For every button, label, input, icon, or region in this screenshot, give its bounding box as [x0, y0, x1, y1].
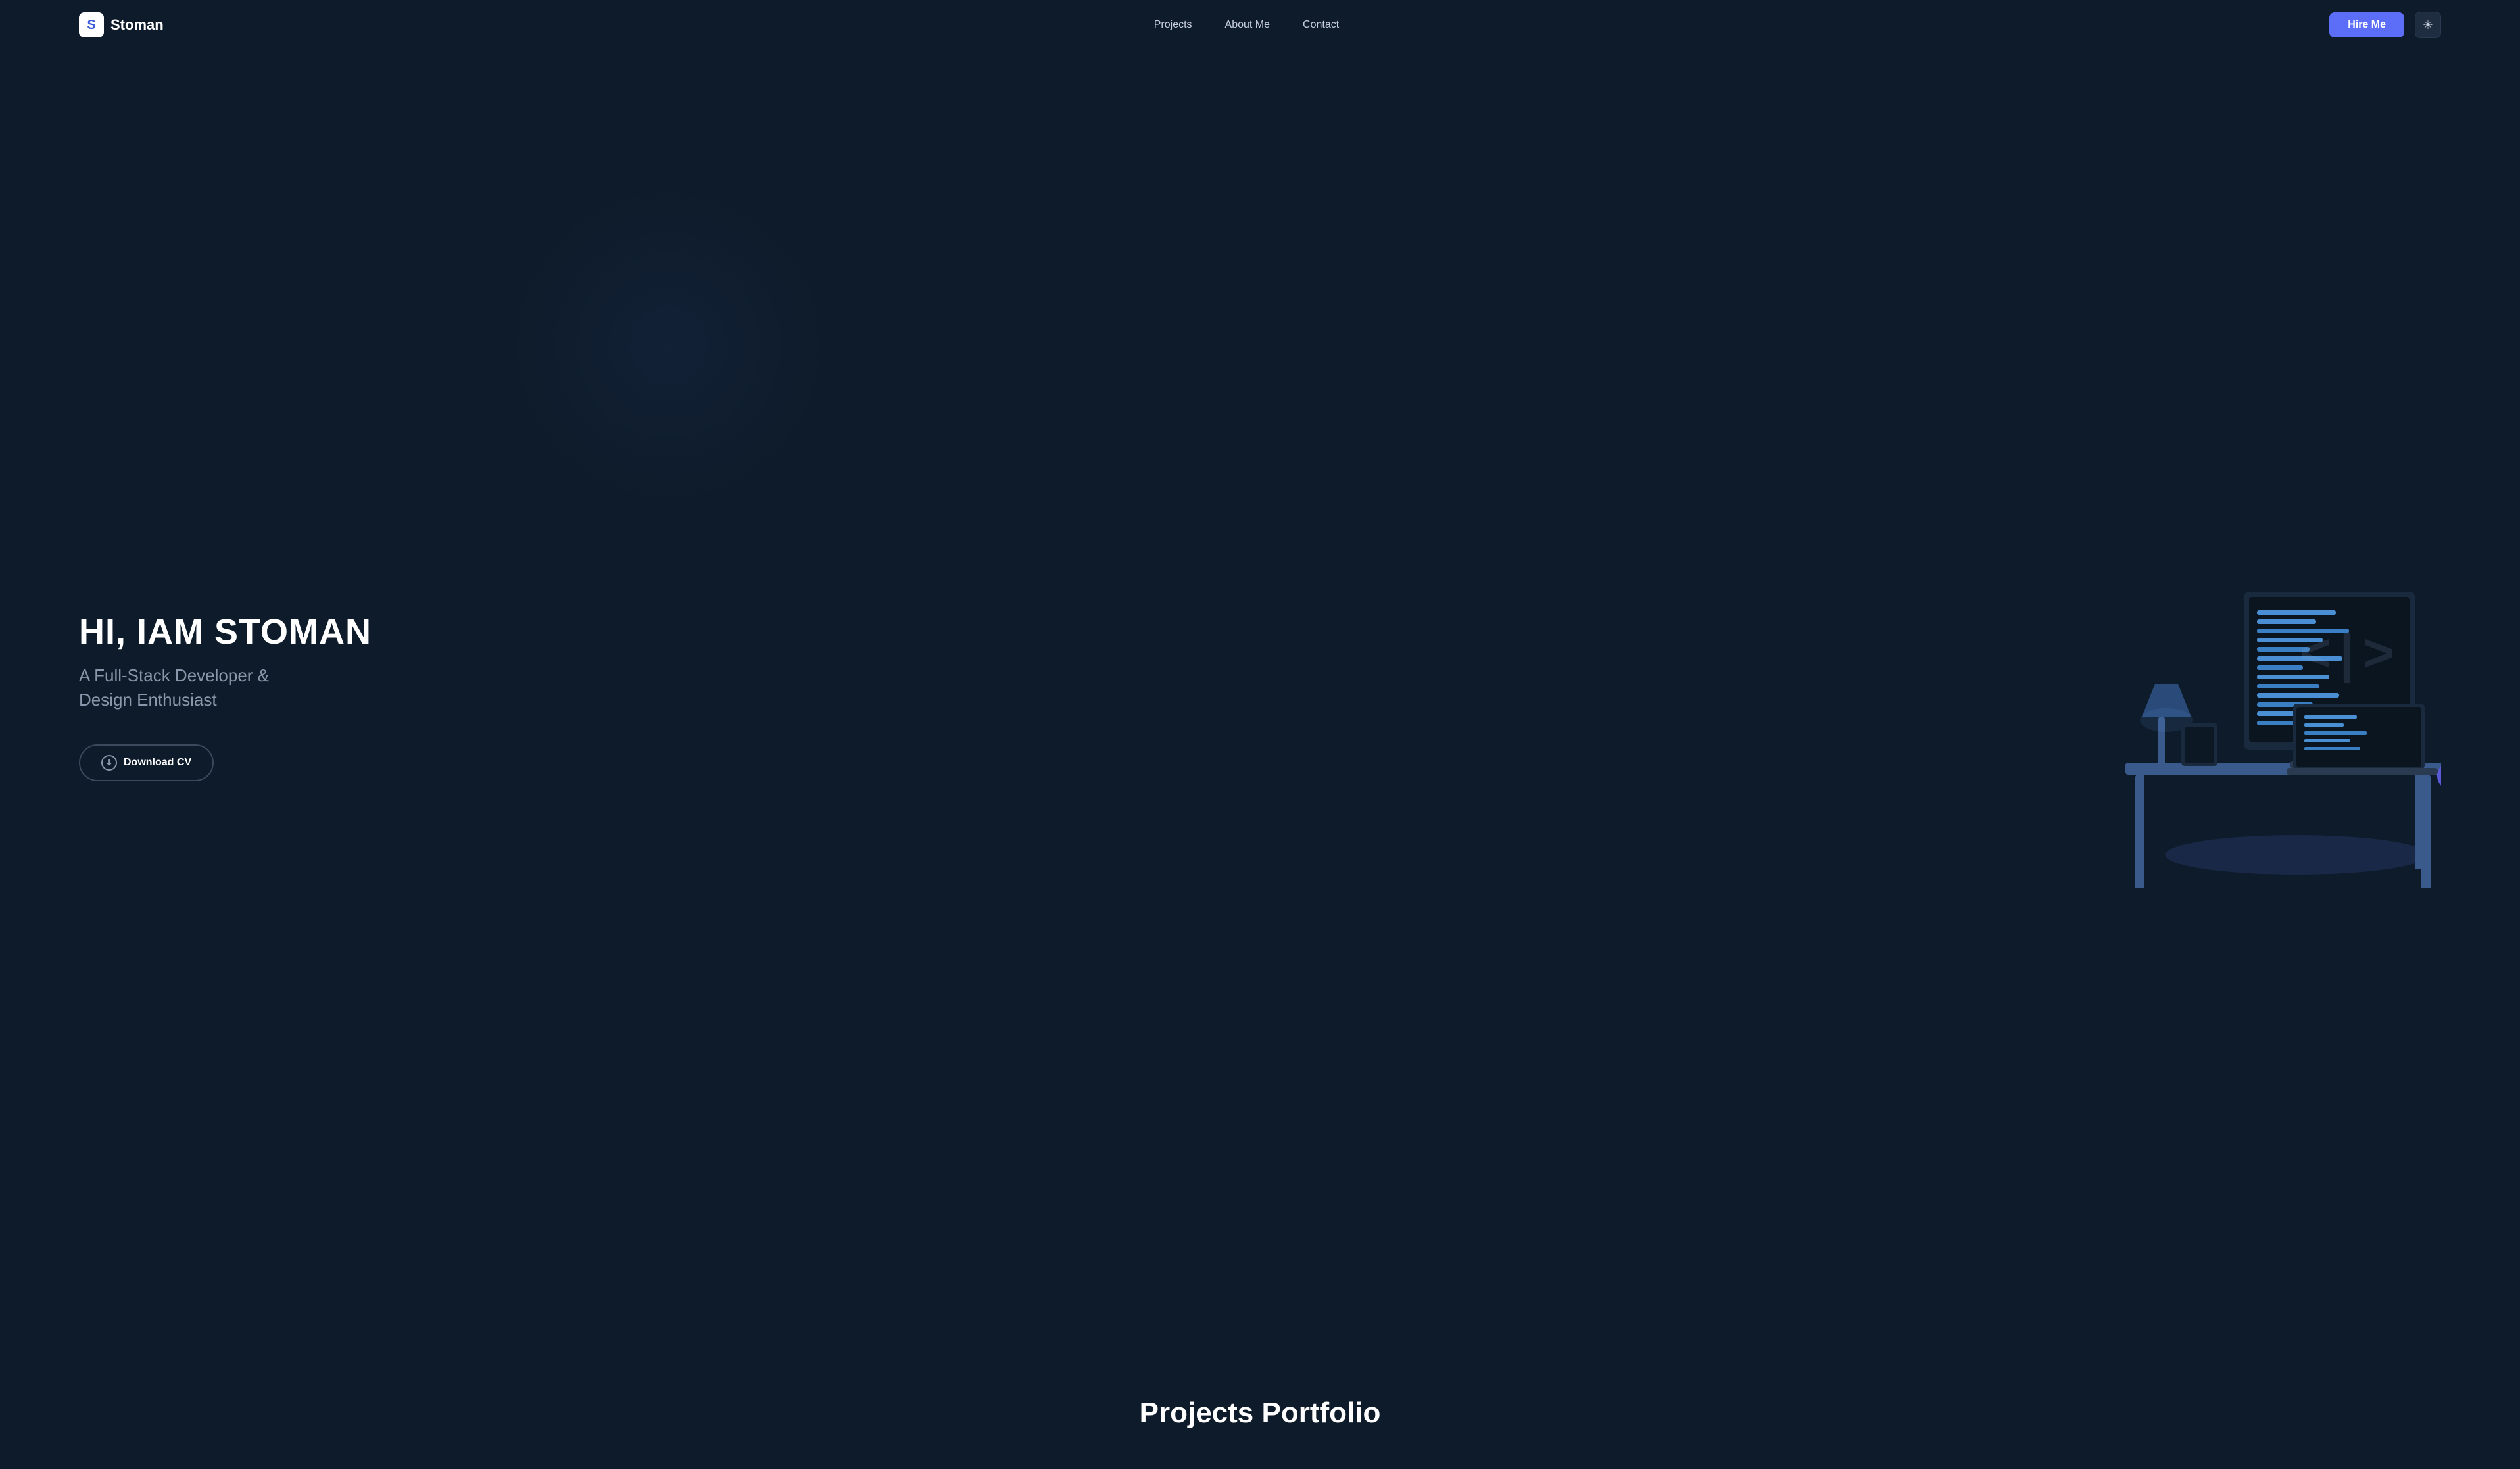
- download-icon: ⬇: [101, 755, 117, 771]
- theme-toggle-button[interactable]: ☀: [2415, 12, 2441, 38]
- hero-content: HI, IAM STOMAN A Full-Stack Developer & …: [79, 613, 372, 781]
- nav-contact[interactable]: Contact: [1303, 19, 1339, 31]
- svg-text:<|>: <|>: [2300, 627, 2394, 687]
- developer-svg: <|> <|>: [2033, 506, 2441, 888]
- hero-title: HI, IAM STOMAN: [79, 613, 372, 652]
- hire-me-button[interactable]: Hire Me: [2329, 12, 2404, 37]
- nav-about[interactable]: About Me: [1225, 19, 1270, 31]
- logo-icon: S: [79, 12, 104, 37]
- projects-heading: Projects Portfolio: [0, 1370, 2520, 1443]
- projects-section: Projects Portfolio: [0, 1357, 2520, 1469]
- hero-illustration: <|> <|>: [2033, 506, 2441, 888]
- hero-subtitle: A Full-Stack Developer & Design Enthusia…: [79, 663, 372, 711]
- nav-projects[interactable]: Projects: [1154, 19, 1192, 31]
- navbar: S Stoman Projects About Me Contact Hire …: [0, 0, 2520, 50]
- download-cv-button[interactable]: ⬇ Download CV: [79, 744, 214, 781]
- nav-right: Hire Me ☀: [2329, 12, 2441, 38]
- hero-section: HI, IAM STOMAN A Full-Stack Developer & …: [0, 50, 2520, 1357]
- nav-links: Projects About Me Contact: [1154, 19, 1339, 31]
- logo[interactable]: S Stoman: [79, 12, 164, 37]
- logo-text: Stoman: [110, 16, 164, 34]
